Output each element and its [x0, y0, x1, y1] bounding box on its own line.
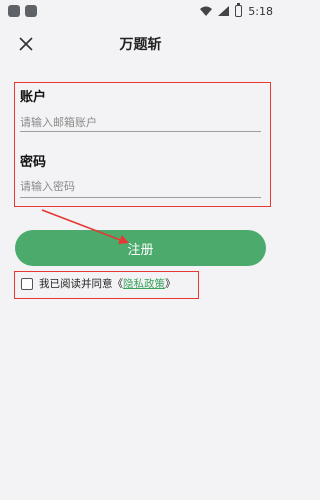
app-bar: 万题斩 — [0, 22, 281, 66]
notification-icons — [8, 5, 37, 17]
password-input[interactable] — [20, 174, 261, 198]
close-button[interactable] — [14, 32, 38, 56]
close-bracket: 》 — [165, 278, 176, 290]
status-bar: 5:18 — [0, 0, 281, 22]
account-underline — [20, 131, 261, 132]
agreement-text: 我已阅读并同意《隐私政策》 — [39, 276, 176, 291]
clock: 5:18 — [248, 4, 273, 18]
wifi-icon — [200, 6, 213, 16]
register-button[interactable]: 注册 — [15, 230, 266, 266]
open-bracket: 《 — [112, 278, 124, 290]
privacy-policy-link[interactable]: 隐私政策 — [123, 278, 165, 290]
battery-icon — [235, 3, 243, 17]
agreement-checkbox[interactable] — [21, 277, 33, 290]
page-title: 万题斩 — [119, 37, 162, 53]
agreement-label: 我已阅读并同意 — [39, 278, 113, 290]
password-underline — [20, 197, 261, 198]
notification-icon — [8, 5, 20, 17]
notification-icon — [25, 5, 37, 17]
password-label: 密码 — [20, 155, 47, 170]
system-icons: 5:18 — [200, 3, 273, 18]
close-icon — [19, 37, 33, 51]
account-label: 账户 — [20, 90, 47, 105]
signal-icon — [218, 6, 230, 16]
agreement-row: 我已阅读并同意《隐私政策》 — [21, 276, 176, 291]
